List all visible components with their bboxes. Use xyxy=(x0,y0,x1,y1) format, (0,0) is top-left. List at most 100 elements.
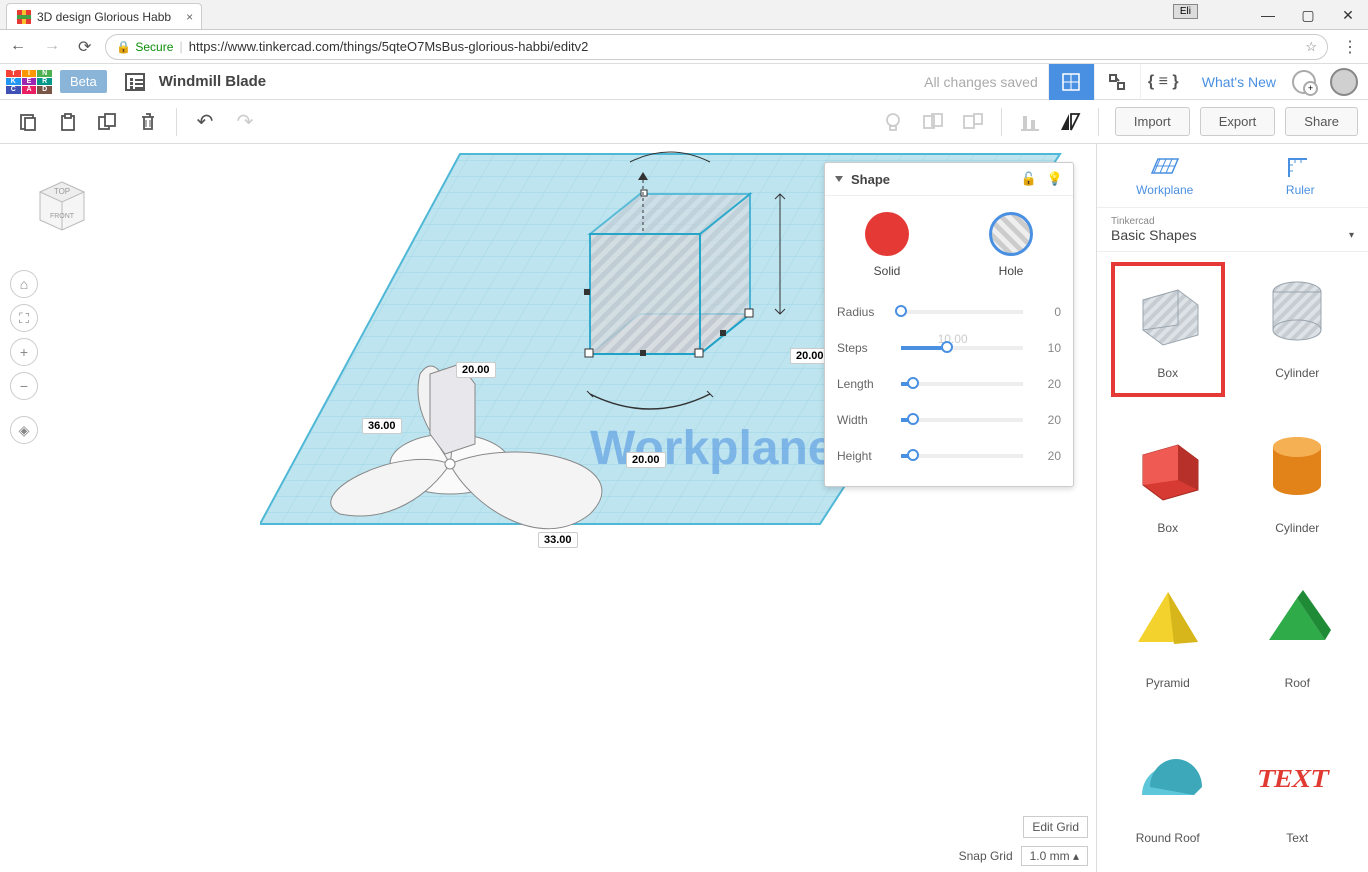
property-row: Width 20 xyxy=(837,402,1061,438)
lightbulb-icon[interactable]: 💡 xyxy=(1047,171,1063,187)
avatar[interactable] xyxy=(1330,68,1358,96)
shape-label: Box xyxy=(1157,521,1178,535)
app-header: TIN KER CAD Beta Windmill Blade All chan… xyxy=(0,64,1368,100)
shape-library-item[interactable]: Cylinder xyxy=(1241,417,1355,552)
workplane-tool[interactable]: Workplane xyxy=(1097,144,1233,207)
property-row: Steps 10.00 10 xyxy=(837,330,1061,366)
ungroup-icon[interactable] xyxy=(955,104,991,140)
beta-badge: Beta xyxy=(60,70,107,93)
reload-icon[interactable]: ⟳ xyxy=(78,37,91,57)
property-value[interactable]: 20 xyxy=(1035,377,1061,391)
browser-tab[interactable]: 3D design Glorious Habb × xyxy=(6,3,202,29)
view-tools: ⌂ ⛶ + − ◈ xyxy=(10,270,38,444)
code-icon[interactable]: { ≡ } xyxy=(1140,64,1186,100)
property-value[interactable]: 20 xyxy=(1035,449,1061,463)
shape-label: Text xyxy=(1286,831,1308,845)
property-slider[interactable] xyxy=(901,382,1023,386)
dimension-label[interactable]: 36.00 xyxy=(362,418,402,434)
view-cube[interactable]: TOP FRONT xyxy=(28,172,96,240)
shape-library-item[interactable]: Box xyxy=(1111,417,1225,552)
shape-library-item[interactable]: Round Roof xyxy=(1111,727,1225,862)
list-icon[interactable] xyxy=(125,73,145,91)
delete-icon[interactable] xyxy=(130,104,166,140)
bulb-icon[interactable] xyxy=(875,104,911,140)
forward-icon[interactable]: → xyxy=(44,37,60,57)
shape-label: Roof xyxy=(1285,676,1310,690)
align-icon[interactable] xyxy=(1012,104,1048,140)
property-row: Length 20 xyxy=(837,366,1061,402)
zoom-out-icon[interactable]: − xyxy=(10,372,38,400)
minimize-icon[interactable]: — xyxy=(1248,0,1288,30)
solid-mode[interactable]: Solid xyxy=(865,212,909,278)
browser-tab-strip: 3D design Glorious Habb × Eli — ▢ ✕ xyxy=(0,0,1368,30)
add-user-icon[interactable] xyxy=(1292,70,1316,94)
undo-icon[interactable]: ↶ xyxy=(187,104,223,140)
document-title[interactable]: Windmill Blade xyxy=(159,73,266,90)
design-canvas[interactable]: TOP FRONT ⌂ ⛶ + − ◈ Workplane xyxy=(0,144,1096,872)
share-button[interactable]: Share xyxy=(1285,107,1358,136)
property-row: Height 20 xyxy=(837,438,1061,474)
close-icon[interactable]: × xyxy=(186,10,193,24)
mirror-icon[interactable] xyxy=(1052,104,1088,140)
redo-icon[interactable]: ↷ xyxy=(227,104,263,140)
url-text: https://www.tinkercad.com/things/5qteO7M… xyxy=(189,39,589,54)
maximize-icon[interactable]: ▢ xyxy=(1288,0,1328,30)
snap-grid-label: Snap Grid xyxy=(959,849,1013,863)
dimension-label[interactable]: 33.00 xyxy=(538,532,578,548)
property-slider[interactable]: 10.00 xyxy=(901,346,1023,350)
export-button[interactable]: Export xyxy=(1200,107,1276,136)
shape-label: Box xyxy=(1157,366,1178,380)
paste-icon[interactable] xyxy=(50,104,86,140)
copy-icon[interactable] xyxy=(10,104,46,140)
shape-library-item[interactable]: Cylinder xyxy=(1241,262,1355,397)
bookmark-icon[interactable]: ☆ xyxy=(1305,39,1317,55)
shape-category-select[interactable]: Tinkercad Basic Shapes xyxy=(1097,208,1368,252)
save-status: All changes saved xyxy=(924,74,1038,90)
close-window-icon[interactable]: ✕ xyxy=(1328,0,1368,30)
fit-view-icon[interactable]: ⛶ xyxy=(10,304,38,332)
shape-library-item[interactable]: Pyramid xyxy=(1111,572,1225,707)
shape-thumbnail xyxy=(1120,262,1216,358)
property-label: Width xyxy=(837,413,889,427)
blocks-icon[interactable] xyxy=(1094,64,1140,100)
shape-library-item[interactable]: TEXT Text xyxy=(1241,727,1355,862)
ortho-view-icon[interactable]: ◈ xyxy=(10,416,38,444)
svg-text:TOP: TOP xyxy=(54,187,70,196)
collapse-icon[interactable] xyxy=(835,176,843,182)
snap-grid-select[interactable]: 1.0 mm ▴ xyxy=(1021,846,1088,866)
property-value[interactable]: 0 xyxy=(1035,305,1061,319)
shape-library-item[interactable]: Roof xyxy=(1241,572,1355,707)
property-label: Length xyxy=(837,377,889,391)
property-slider[interactable] xyxy=(901,310,1023,314)
property-slider[interactable] xyxy=(901,418,1023,422)
property-value[interactable]: 10 xyxy=(1035,341,1061,355)
profile-badge[interactable]: Eli xyxy=(1173,4,1198,19)
browser-menu-icon[interactable]: ⋮ xyxy=(1342,37,1358,57)
duplicate-icon[interactable] xyxy=(90,104,126,140)
lock-icon[interactable]: 🔓 xyxy=(1021,171,1037,187)
property-slider[interactable] xyxy=(901,454,1023,458)
shape-library-item[interactable]: Box xyxy=(1111,262,1225,397)
home-view-icon[interactable]: ⌂ xyxy=(10,270,38,298)
hole-mode[interactable]: Hole xyxy=(989,212,1033,278)
dimension-label[interactable]: 20.00 xyxy=(456,362,496,378)
import-button[interactable]: Import xyxy=(1115,107,1190,136)
whats-new-link[interactable]: What's New xyxy=(1186,74,1292,90)
property-value[interactable]: 20 xyxy=(1035,413,1061,427)
ruler-tool[interactable]: Ruler xyxy=(1233,144,1368,207)
edit-grid-button[interactable]: Edit Grid xyxy=(1023,816,1088,838)
zoom-in-icon[interactable]: + xyxy=(10,338,38,366)
back-icon[interactable]: ← xyxy=(10,37,26,57)
shape-inspector: Shape 🔓 💡 Solid Hole Radius xyxy=(824,162,1074,487)
dimension-label[interactable]: 20.00 xyxy=(626,452,666,468)
shape-thumbnail xyxy=(1249,262,1345,358)
url-field[interactable]: 🔒 Secure | https://www.tinkercad.com/thi… xyxy=(105,34,1328,60)
group-icon[interactable] xyxy=(915,104,951,140)
shape-thumbnail xyxy=(1120,417,1216,513)
shape-label: Cylinder xyxy=(1275,366,1319,380)
tinkercad-logo[interactable]: TIN KER CAD xyxy=(4,68,54,96)
property-label: Height xyxy=(837,449,889,463)
address-bar: ← → ⟳ 🔒 Secure | https://www.tinkercad.c… xyxy=(0,30,1368,64)
shape-label: Round Roof xyxy=(1136,831,1200,845)
grid-view-icon[interactable] xyxy=(1048,64,1094,100)
